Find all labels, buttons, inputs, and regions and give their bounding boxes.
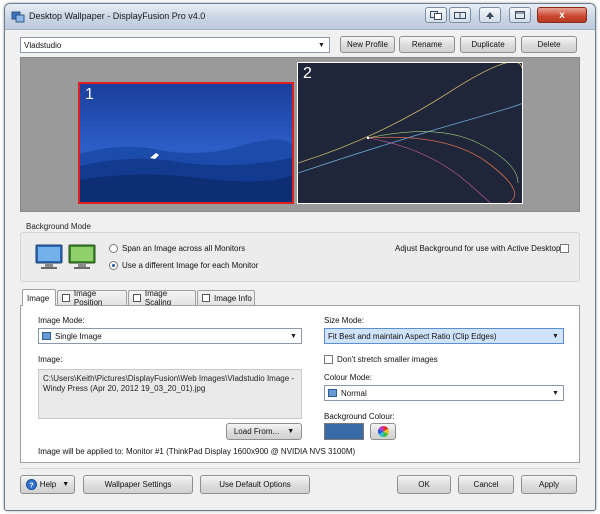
wallpaper-settings-button[interactable]: Wallpaper Settings: [83, 475, 193, 494]
help-icon: ?: [25, 479, 37, 490]
title-bar[interactable]: Desktop Wallpaper - DisplayFusion Pro v4…: [5, 4, 595, 30]
colour-mode-icon: [328, 389, 337, 397]
maximize-icon: [515, 11, 525, 19]
rename-button[interactable]: Rename: [399, 36, 455, 53]
monitor-preview-area: 1 2: [20, 57, 580, 212]
tab-image-info[interactable]: Image Info: [197, 290, 255, 305]
tab-image[interactable]: Image: [22, 289, 56, 306]
size-mode-value: Fit Best and maintain Aspect Ratio (Clip…: [328, 331, 497, 341]
background-mode-label: Background Mode: [26, 222, 91, 231]
load-from-button[interactable]: Load From... ▼: [226, 423, 302, 440]
monitor-1-number: 1: [85, 86, 94, 103]
load-from-label: Load From...: [233, 427, 280, 436]
monitor-switch-icon: [430, 10, 442, 20]
tab-image-label: Image: [27, 293, 50, 303]
image-mode-label: Image Mode:: [38, 316, 85, 325]
single-image-icon: [42, 332, 51, 340]
tab-image-info-label: Image Info: [214, 293, 252, 303]
help-label: Help: [39, 480, 57, 489]
monitor-2-number: 2: [303, 65, 312, 82]
profile-select-value: Vladstudio: [24, 40, 62, 50]
window-up-button[interactable]: [479, 7, 501, 23]
tab-image-position[interactable]: Image Position: [57, 289, 127, 307]
size-mode-select[interactable]: Fit Best and maintain Aspect Ratio (Clip…: [324, 328, 564, 344]
profile-select[interactable]: Vladstudio ▼: [20, 37, 330, 53]
colour-wheel-icon: [377, 426, 389, 437]
maximize-button[interactable]: [509, 7, 531, 23]
different-image-label: Use a different Image for each Monitor: [122, 261, 259, 270]
window-extra-button-2[interactable]: [449, 7, 471, 23]
monitor-2[interactable]: 2: [297, 62, 523, 204]
use-default-options-button[interactable]: Use Default Options: [200, 475, 310, 494]
help-button[interactable]: ? Help ▼: [20, 475, 75, 494]
monitor-2-wallpaper: [298, 63, 522, 203]
span-monitors-icon: [35, 244, 63, 269]
chevron-down-icon: ▼: [290, 332, 297, 340]
background-colour-label: Background Colour:: [324, 412, 395, 421]
applied-to-text: Image will be applied to: Monitor #1 (Th…: [38, 447, 356, 456]
image-mode-value: Single Image: [55, 331, 102, 341]
chevron-down-icon: ▼: [318, 41, 325, 49]
footer-separator: [20, 468, 580, 469]
chevron-down-icon: ▼: [62, 481, 70, 488]
span-image-label: Span an Image across all Monitors: [122, 244, 246, 253]
window-extra-button-1[interactable]: [425, 7, 447, 23]
image-tab-panel: Image Mode: Single Image ▼ Image: C:\Use…: [20, 305, 580, 463]
dont-stretch-label: Don't stretch smaller images: [337, 355, 438, 364]
svg-text:?: ?: [29, 480, 34, 489]
colour-picker-button[interactable]: [370, 423, 396, 440]
monitor-1[interactable]: 1: [78, 82, 294, 204]
wallpaper-window: Desktop Wallpaper - DisplayFusion Pro v4…: [4, 3, 596, 511]
active-desktop-checkbox[interactable]: [560, 244, 569, 253]
close-icon: x: [559, 9, 565, 21]
image-path-field[interactable]: C:\Users\Keith\Pictures\DisplayFusion\We…: [38, 369, 302, 419]
tab-image-scaling-checkbox[interactable]: [133, 294, 141, 302]
duplicate-button[interactable]: Duplicate: [460, 36, 516, 53]
arrow-up-icon: [486, 11, 494, 19]
colour-mode-select[interactable]: Normal ▼: [324, 385, 564, 401]
chevron-down-icon: ▼: [552, 389, 559, 397]
tab-image-position-checkbox[interactable]: [62, 294, 70, 302]
ok-button[interactable]: OK: [397, 475, 451, 494]
tab-image-info-checkbox[interactable]: [202, 294, 210, 302]
different-image-radio[interactable]: [109, 261, 118, 270]
close-button[interactable]: x: [537, 7, 587, 23]
chevron-down-icon: ▼: [552, 332, 559, 340]
cancel-button[interactable]: Cancel: [458, 475, 514, 494]
size-mode-label: Size Mode:: [324, 316, 365, 325]
background-colour-swatch[interactable]: [324, 423, 364, 440]
colour-mode-value: Normal: [341, 388, 367, 398]
dont-stretch-checkbox[interactable]: [324, 355, 333, 364]
separate-monitors-icon: [68, 244, 96, 269]
span-image-radio[interactable]: [109, 244, 118, 253]
background-mode-group: Span an Image across all Monitors Use a …: [20, 232, 580, 282]
displayfusion-app-icon: [11, 11, 25, 23]
colour-mode-label: Colour Mode:: [324, 373, 373, 382]
tab-image-scaling[interactable]: Image Scaling: [128, 289, 196, 307]
chevron-down-icon: ▼: [287, 428, 295, 435]
image-label: Image:: [38, 355, 63, 364]
apply-button[interactable]: Apply: [521, 475, 577, 494]
monitor-1-wallpaper: [80, 84, 292, 202]
window-title: Desktop Wallpaper - DisplayFusion Pro v4…: [29, 11, 206, 21]
span-icon: [454, 11, 466, 19]
active-desktop-label: Adjust Background for use with Active De…: [395, 244, 561, 253]
delete-button[interactable]: Delete: [521, 36, 577, 53]
new-profile-button[interactable]: New Profile: [340, 36, 395, 53]
image-mode-select[interactable]: Single Image ▼: [38, 328, 302, 344]
